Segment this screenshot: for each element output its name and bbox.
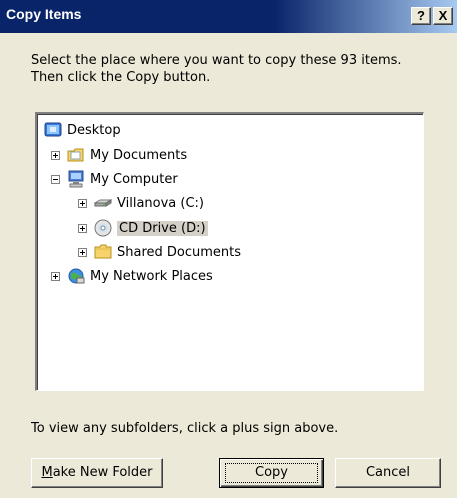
hard-drive-icon [94,199,112,207]
desktop-icon [44,122,62,137]
tree-node-cd-drive[interactable]: CD Drive (D:) [78,218,208,238]
tree-node-label: Desktop [67,122,121,138]
close-button[interactable]: X [433,7,453,25]
tree-node-label: Shared Documents [117,244,242,260]
folder-icon [94,244,112,259]
collapse-minus-icon[interactable] [51,174,60,184]
mnemonic-m: M [41,465,53,480]
hint-text: To view any subfolders, click a plus sig… [31,421,339,436]
expand-plus-icon[interactable] [51,150,60,160]
make-new-folder-label: ake New Folder [52,465,153,480]
help-button[interactable]: ? [411,7,431,25]
tree-node-desktop[interactable]: Desktop [44,120,121,140]
cancel-button[interactable]: Cancel [335,458,441,488]
my-documents-icon [67,148,84,162]
tree-node-label: My Computer [90,171,178,187]
expand-plus-icon[interactable] [78,198,87,208]
tree-node-my-network-places[interactable]: My Network Places [51,266,213,286]
expand-plus-icon[interactable] [78,223,87,233]
instruction-text: Select the place where you want to copy … [31,52,441,86]
tree-node-label: Villanova (C:) [117,195,204,211]
make-new-folder-button[interactable]: Make New Folder [31,458,163,488]
cd-drive-icon [94,219,112,237]
tree-node-label: My Documents [90,147,188,163]
tree-node-shared-documents[interactable]: Shared Documents [78,242,241,262]
instruction-line-1: Select the place where you want to copy … [31,53,402,68]
expand-plus-icon[interactable] [78,247,87,257]
tree-node-label: My Network Places [90,268,213,284]
tree-node-my-computer[interactable]: My Computer [51,169,178,189]
instruction-line-2: Then click the Copy button. [31,70,211,85]
tree-node-my-documents[interactable]: My Documents [51,145,187,165]
tree-node-label: CD Drive (D:) [117,220,208,236]
network-places-icon [68,268,85,284]
copy-items-dialog: Copy Items ? X Select the place where yo… [0,0,457,498]
tree-node-villanova[interactable]: Villanova (C:) [78,193,204,213]
expand-plus-icon[interactable] [51,271,60,281]
my-computer-icon [68,170,84,188]
window-title: Copy Items [6,6,82,22]
copy-button[interactable]: Copy [219,458,324,488]
focus-rectangle [225,463,318,483]
folder-tree[interactable]: Desktop My Documents My Computer Villano… [35,112,424,391]
